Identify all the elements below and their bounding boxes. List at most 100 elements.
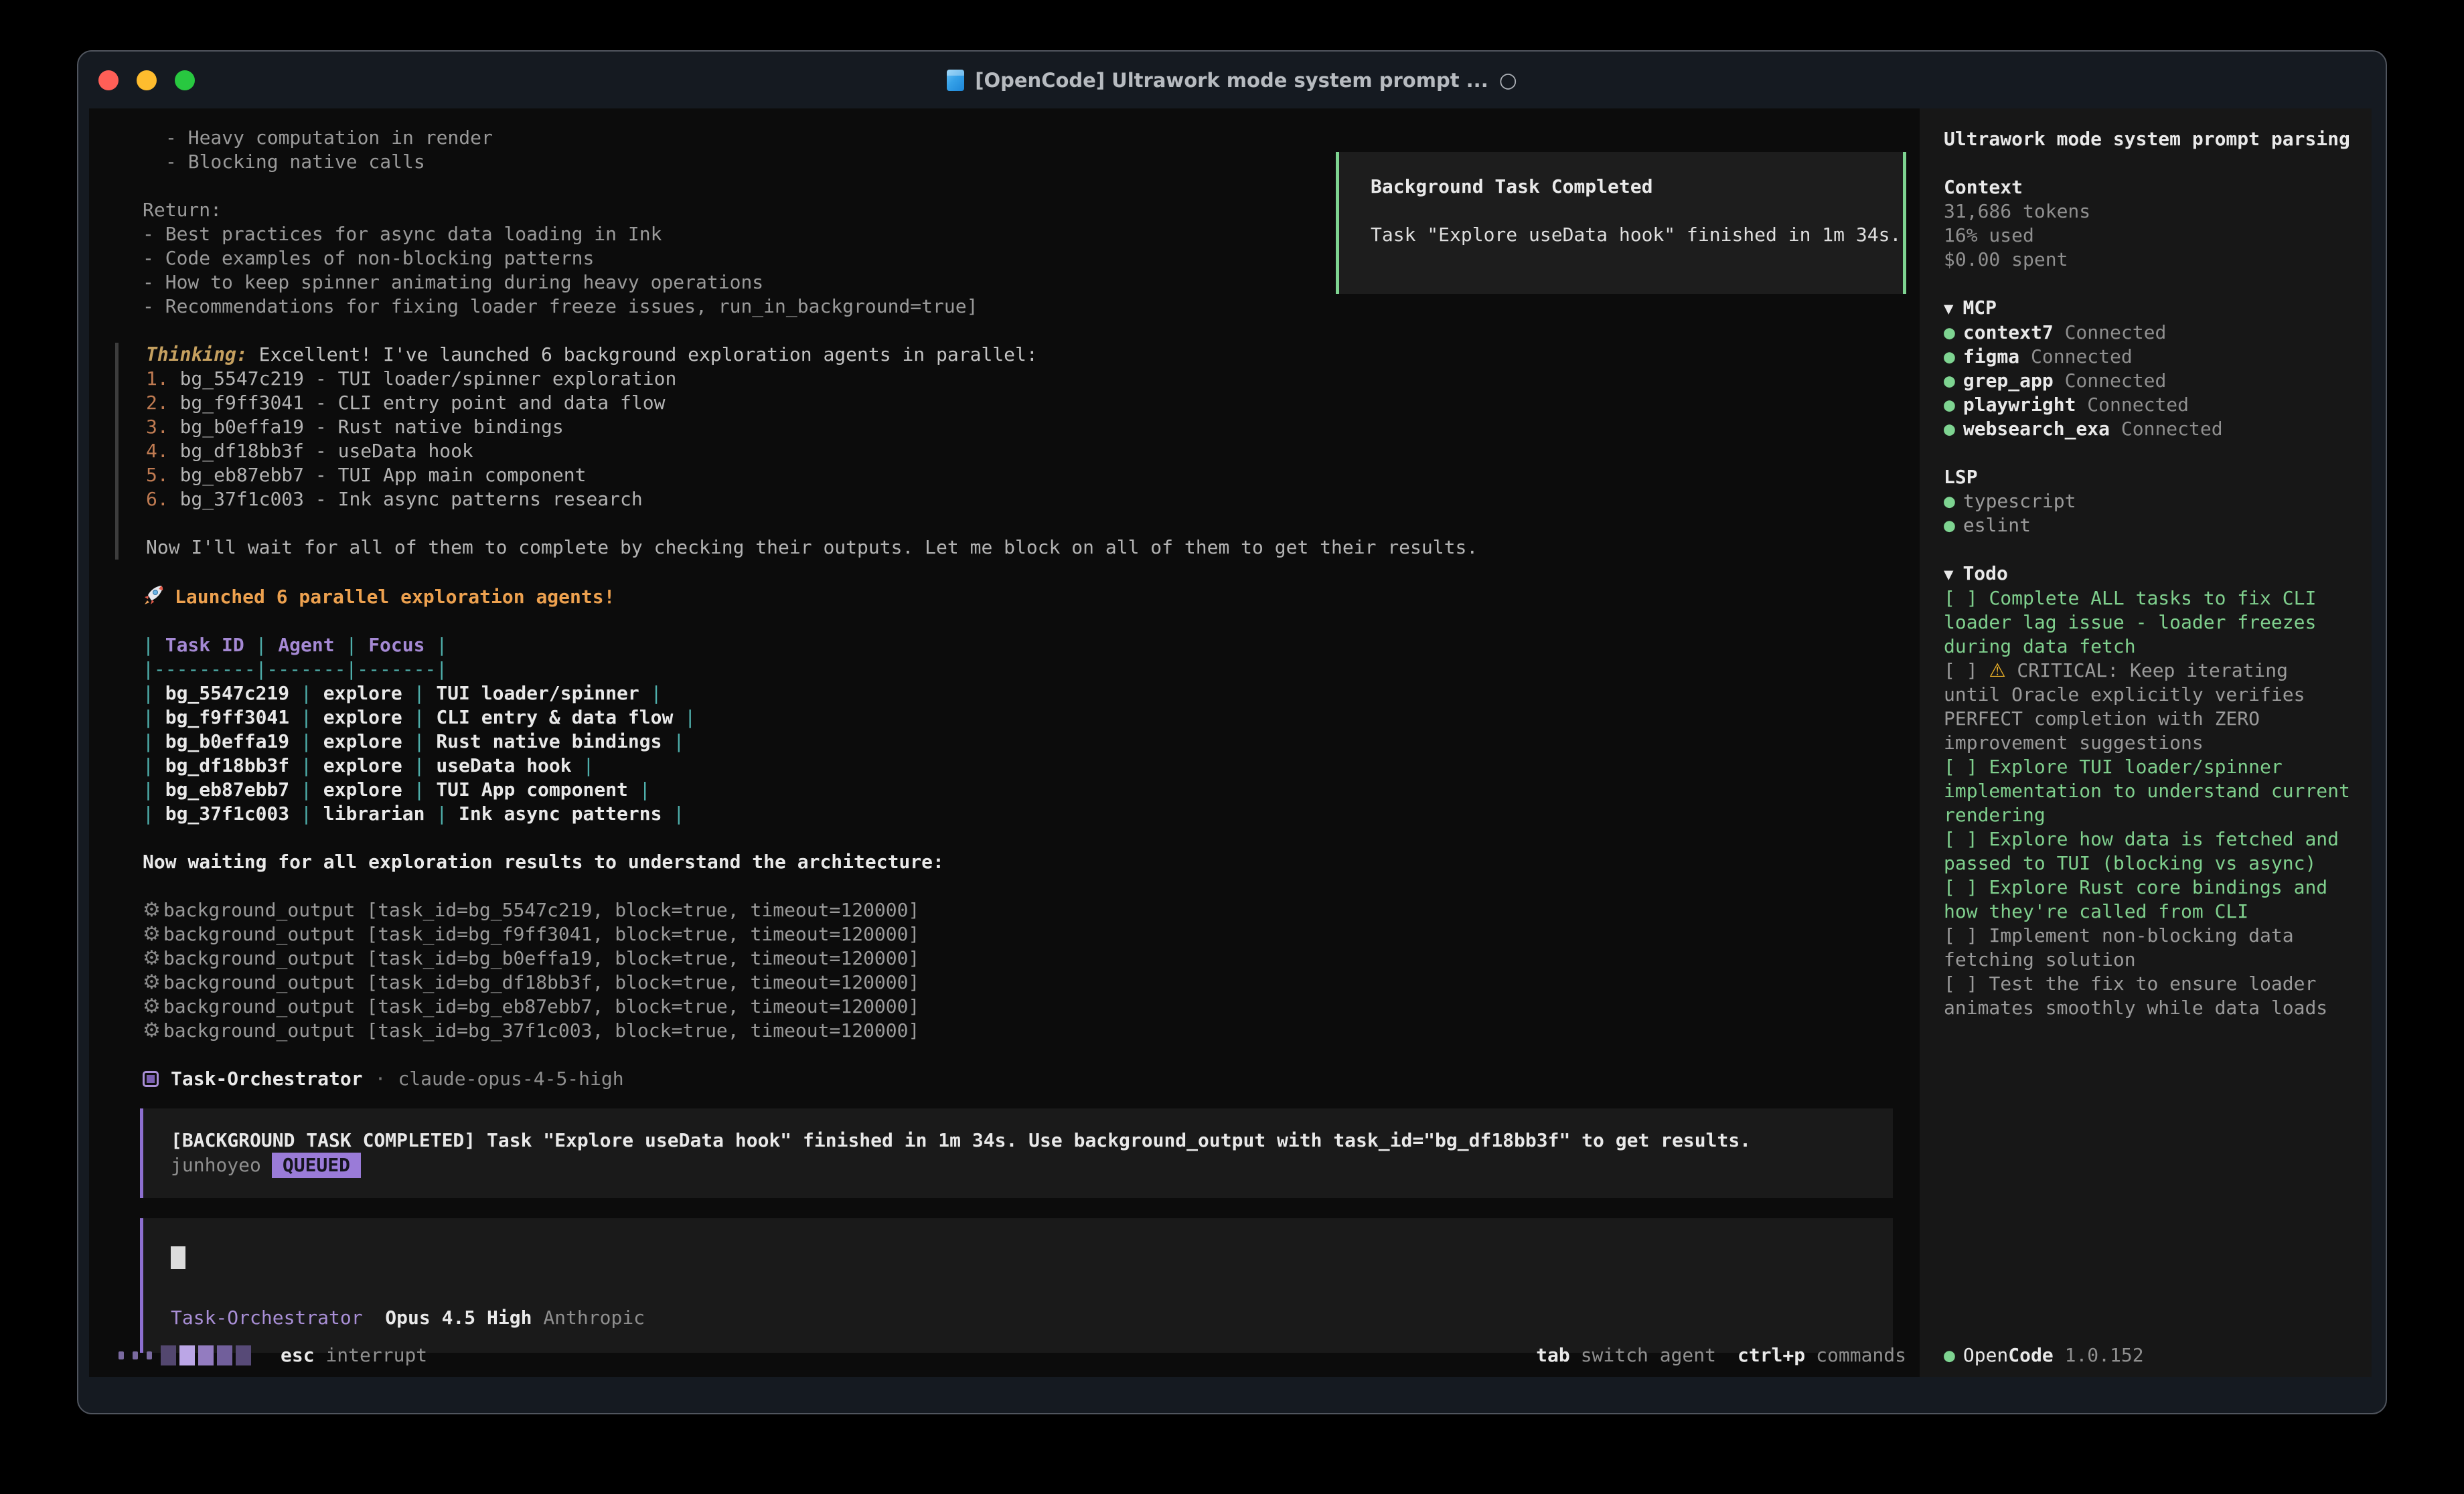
agent-icon [143, 1071, 159, 1087]
agent-attribution-row: Task-Orchestrator · claude-opus-4-5-high [143, 1067, 1906, 1091]
thinking-item: 2. bg_f9ff3041 - CLI entry point and dat… [146, 391, 1906, 415]
checkbox-icon: [ ] [1944, 924, 1978, 946]
context-used: 16% used [1944, 224, 2352, 248]
thinking-intro-line: Thinking: Excellent! I've launched 6 bac… [146, 343, 1906, 367]
status-dot-icon: ● [1944, 321, 1955, 343]
gear-icon: ⚙ [143, 1019, 161, 1042]
queued-message-text: [BACKGROUND TASK COMPLETED] Task "Explor… [171, 1129, 1893, 1153]
table-row: | bg_37f1c003 | librarian | Ink async pa… [143, 802, 1906, 826]
terminal-main: - Heavy computation in render - Blocking… [89, 108, 1920, 1377]
gear-icon: ⚙ [143, 971, 161, 994]
table-row: | bg_df18bb3f | explore | useData hook | [143, 754, 1906, 778]
lsp-section-header: LSP [1944, 465, 2352, 489]
notification-body: Task "Explore useData hook" finished in … [1371, 223, 1903, 247]
background-task-notification: Background Task Completed Task "Explore … [1336, 152, 1906, 294]
status-dot-icon: ● [1944, 369, 1955, 392]
checkbox-icon: [ ] [1944, 587, 1978, 609]
mcp-section-header[interactable]: ▼MCP [1944, 296, 2352, 321]
tool-call-line: ⚙background_output [task_id=bg_f9ff3041,… [143, 922, 1906, 946]
thinking-item: 5. bg_eb87ebb7 - TUI App main component [146, 463, 1906, 487]
tool-call-line: ⚙background_output [task_id=bg_37f1c003,… [143, 1019, 1906, 1043]
app-version-footer: ●OpenCode 1.0.152 [1944, 1343, 2144, 1367]
warning-icon: ⚠ [1989, 659, 2005, 681]
thinking-item: 6. bg_37f1c003 - Ink async patterns rese… [146, 487, 1906, 511]
active-agent[interactable]: Task-Orchestrator [171, 1307, 363, 1329]
proxy-icon: ○ [1499, 68, 1517, 92]
table-row: | bg_f9ff3041 | explore | CLI entry & da… [143, 706, 1906, 730]
launch-message: Launched 6 parallel exploration agents! … [115, 584, 1906, 1091]
window-title: [OpenCode] Ultrawork mode system prompt … [975, 68, 1488, 92]
lsp-item: ●eslint [1944, 513, 2352, 537]
checkbox-icon: [ ] [1944, 756, 1978, 778]
mcp-item: ●figma Connected [1944, 345, 2352, 369]
checkbox-icon: [ ] [1944, 973, 1978, 995]
lsp-item: ●typescript [1944, 489, 2352, 513]
table-divider-row: |---------|-------|-------| [143, 657, 1906, 681]
todo-item: [ ] ⚠ CRITICAL: Keep iterating until Ora… [1944, 659, 2352, 755]
table-row: | bg_5547c219 | explore | TUI loader/spi… [143, 681, 1906, 706]
table-row: | bg_b0effa19 | explore | Rust native bi… [143, 730, 1906, 754]
rocket-icon [143, 584, 165, 606]
status-dot-icon: ● [1944, 394, 1955, 416]
checkbox-icon: [ ] [1944, 828, 1978, 850]
sidebar: Ultrawork mode system prompt parsing Con… [1920, 108, 2372, 1377]
chevron-down-icon: ▼ [1944, 299, 1953, 318]
username: junhoyeo [171, 1154, 261, 1176]
session-title: Ultrawork mode system prompt parsing [1944, 127, 2352, 151]
launch-heading: Launched 6 parallel exploration agents! [175, 586, 615, 608]
thinking-intro: Excellent! I've launched 6 background ex… [259, 343, 1038, 365]
agent-name: Task-Orchestrator [171, 1067, 363, 1091]
document-icon [947, 70, 964, 91]
waiting-line: Now waiting for all exploration results … [143, 850, 1906, 874]
model-provider: Anthropic [543, 1307, 645, 1329]
status-dot-icon: ● [1944, 345, 1955, 367]
tool-call-line: ⚙background_output [task_id=bg_5547c219,… [143, 898, 1906, 922]
queued-message-meta: junhoyeoQUEUED [171, 1153, 1893, 1178]
return-item: - Recommendations for fixing loader free… [143, 295, 1906, 319]
thinking-item: 1. bg_5547c219 - TUI loader/spinner expl… [146, 367, 1906, 391]
gear-icon: ⚙ [143, 922, 161, 946]
todo-item: [ ] Explore Rust core bindings and how t… [1944, 876, 2352, 924]
mcp-item: ●websearch_exa Connected [1944, 417, 2352, 441]
status-dot-icon: ● [1944, 490, 1955, 512]
todo-item: [ ] Implement non-blocking data fetching… [1944, 924, 2352, 972]
esc-key-hint: esc [281, 1343, 315, 1367]
todo-item: [ ] Explore how data is fetched and pass… [1944, 827, 2352, 876]
prompt-input-box[interactable]: Task-Orchestrator Opus 4.5 High Anthropi… [140, 1218, 1893, 1353]
gear-icon: ⚙ [143, 995, 161, 1018]
mcp-item: ●context7 Connected [1944, 321, 2352, 345]
gear-icon: ⚙ [143, 946, 161, 970]
context-heading: Context [1944, 175, 2352, 199]
conversation-scrollback[interactable]: - Heavy computation in render - Blocking… [89, 108, 1920, 1353]
checkbox-icon: [ ] [1944, 876, 1978, 898]
chevron-down-icon: ▼ [1944, 565, 1953, 584]
thinking-item: 4. bg_df18bb3f - useData hook [146, 439, 1906, 463]
table-header-row: | Task ID | Agent | Focus | [143, 633, 1906, 657]
mcp-item: ●playwright Connected [1944, 393, 2352, 417]
tool-call-line: ⚙background_output [task_id=bg_eb87ebb7,… [143, 995, 1906, 1019]
context-spent: $0.00 spent [1944, 248, 2352, 272]
busy-spinner-icon [119, 1345, 251, 1365]
ctrlp-key-hint: ctrl+p [1738, 1343, 1805, 1367]
titlebar[interactable]: [OpenCode] Ultrawork mode system prompt … [78, 52, 2386, 108]
thinking-message: Thinking: Excellent! I've launched 6 bac… [115, 343, 1906, 560]
bullet-line: - Heavy computation in render [143, 126, 1906, 150]
notification-title: Background Task Completed [1371, 175, 1903, 199]
queued-message-box: [BACKGROUND TASK COMPLETED] Task "Explor… [140, 1108, 1893, 1198]
todo-section-header[interactable]: ▼Todo [1944, 562, 2352, 586]
checkbox-icon: [ ] [1944, 659, 1978, 681]
launch-heading-line: Launched 6 parallel exploration agents! [143, 584, 1906, 609]
app-version: 1.0.152 [2065, 1344, 2144, 1366]
todo-item: [ ] Test the fix to ensure loader animat… [1944, 972, 2352, 1020]
gear-icon: ⚙ [143, 898, 161, 922]
context-tokens: 31,686 tokens [1944, 199, 2352, 224]
input-line[interactable] [171, 1246, 1893, 1271]
agent-model: claude-opus-4-5-high [398, 1067, 623, 1091]
status-dot-icon: ● [1944, 514, 1955, 536]
todo-item: [ ] Explore TUI loader/spinner implement… [1944, 755, 2352, 827]
thinking-item: 3. bg_b0effa19 - Rust native bindings [146, 415, 1906, 439]
table-row: | bg_eb87ebb7 | explore | TUI App compon… [143, 778, 1906, 802]
terminal-window: [OpenCode] Ultrawork mode system prompt … [77, 50, 2387, 1414]
active-model[interactable]: Opus 4.5 High [385, 1307, 532, 1329]
todo-item: [ ] Complete ALL tasks to fix CLI loader… [1944, 586, 2352, 659]
